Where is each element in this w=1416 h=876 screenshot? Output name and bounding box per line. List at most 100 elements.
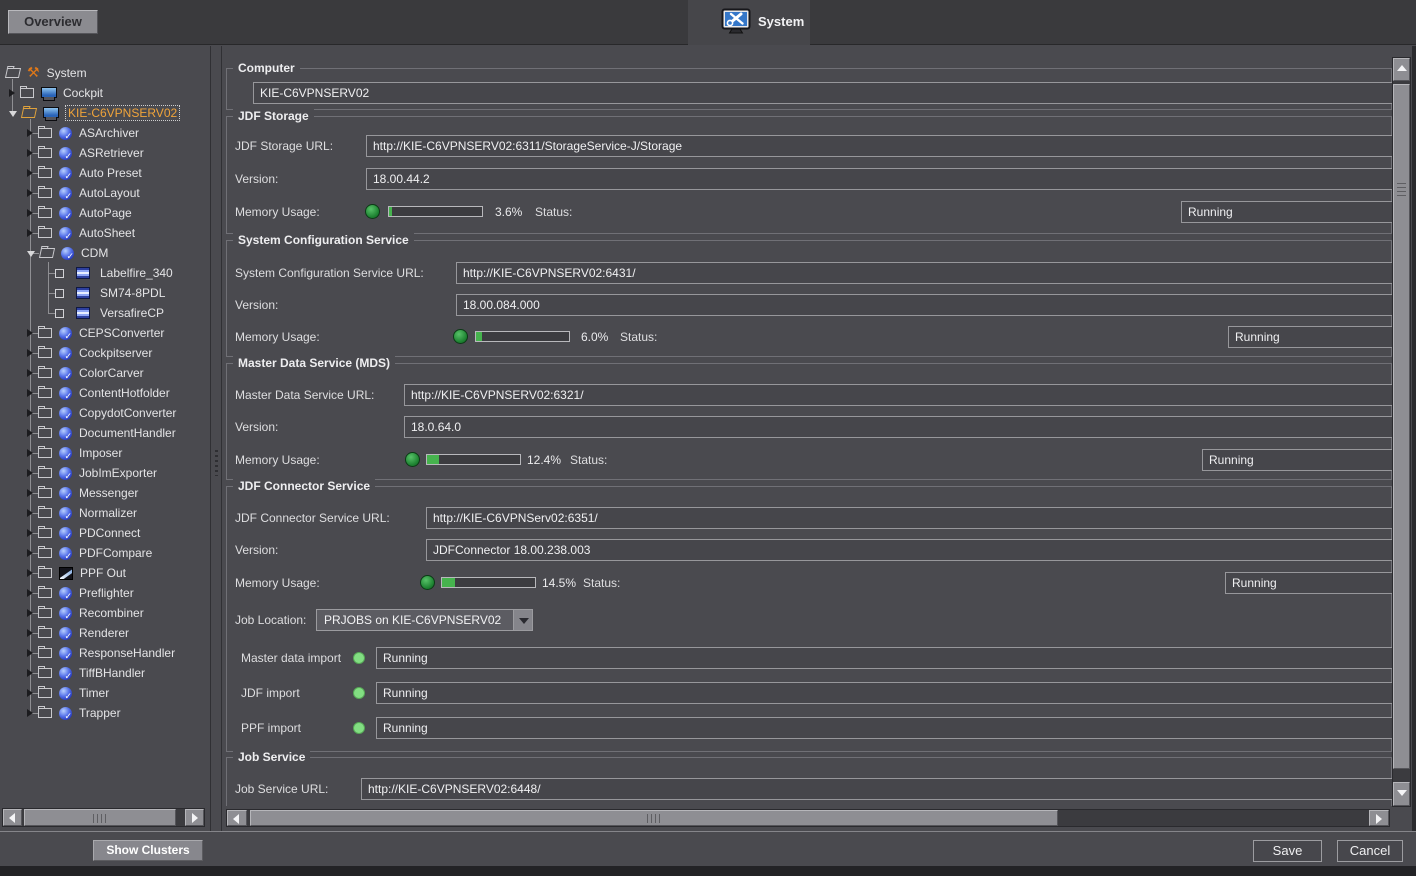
version-field[interactable]: 18.0.64.0 — [404, 416, 1392, 438]
tree-item-cockpitserver[interactable]: Cockpitserver — [0, 343, 210, 363]
tree-item-cockpit[interactable]: Cockpit — [0, 83, 210, 103]
version-field[interactable]: 18.00.44.2 — [366, 168, 1392, 190]
overview-tab-button[interactable]: Overview — [8, 10, 98, 34]
jdf-import-status-field[interactable]: Running — [376, 682, 1392, 704]
tree-item-autolayout[interactable]: AutoLayout — [0, 183, 210, 203]
collapse-arrow-icon[interactable] — [27, 649, 33, 657]
tree-item-jobimexporter[interactable]: JobImExporter — [0, 463, 210, 483]
computer-name-field[interactable]: KIE-C6VPNSERV02 — [253, 82, 1392, 104]
scroll-left-button[interactable] — [227, 810, 247, 826]
horizontal-scroll-thumb[interactable] — [24, 809, 176, 826]
jdf-storage-url-field[interactable]: http://KIE-C6VPNSERV02:6311/StorageServi… — [366, 135, 1392, 157]
tree-item-preflighter[interactable]: Preflighter — [0, 583, 210, 603]
tree-item-versafirecp[interactable]: VersafireCP — [0, 303, 210, 323]
collapse-arrow-icon[interactable] — [27, 169, 33, 177]
collapse-arrow-icon[interactable] — [27, 469, 33, 477]
scroll-right-button[interactable] — [185, 809, 204, 826]
scroll-down-button[interactable] — [1393, 782, 1410, 806]
tree-item-cepsconverter[interactable]: CEPSConverter — [0, 323, 210, 343]
collapse-arrow-icon[interactable] — [27, 429, 33, 437]
scroll-right-button[interactable] — [1369, 810, 1389, 826]
tree-item-cdm[interactable]: CDM — [0, 243, 210, 263]
collapse-arrow-icon[interactable] — [27, 549, 33, 557]
tree-item-messenger[interactable]: Messenger — [0, 483, 210, 503]
tree-item-ppf-out[interactable]: PPF Out — [0, 563, 210, 583]
collapse-arrow-icon[interactable] — [27, 489, 33, 497]
system-tab[interactable]: System — [688, 0, 810, 45]
chevron-down-icon[interactable] — [513, 610, 532, 630]
version-field[interactable]: 18.00.084.000 — [456, 294, 1392, 316]
collapse-arrow-icon[interactable] — [9, 89, 15, 97]
tree-item-kie-c6vpnserv02[interactable]: KIE-C6VPNSERV02 — [0, 103, 210, 123]
version-field[interactable]: JDFConnector 18.00.238.003 — [426, 539, 1392, 561]
status-field[interactable]: Running — [1228, 326, 1392, 348]
scroll-left-button[interactable] — [3, 809, 22, 826]
ppf-import-status-field[interactable]: Running — [376, 717, 1392, 739]
tree-item-responsehandler[interactable]: ResponseHandler — [0, 643, 210, 663]
collapse-arrow-icon[interactable] — [27, 709, 33, 717]
collapse-arrow-icon[interactable] — [27, 229, 33, 237]
expand-arrow-icon[interactable] — [9, 111, 17, 117]
main-horizontal-scrollbar[interactable] — [226, 809, 1390, 827]
collapse-arrow-icon[interactable] — [27, 409, 33, 417]
tree-item-autopage[interactable]: AutoPage — [0, 203, 210, 223]
collapse-arrow-icon[interactable] — [27, 189, 33, 197]
main-vertical-scrollbar[interactable] — [1392, 57, 1411, 807]
tree-item-sm74-8pdl[interactable]: SM74-8PDL — [0, 283, 210, 303]
collapse-arrow-icon[interactable] — [27, 129, 33, 137]
tree-item-pdfcompare[interactable]: PDFCompare — [0, 543, 210, 563]
status-field[interactable]: Running — [1202, 449, 1392, 471]
collapse-arrow-icon[interactable] — [27, 669, 33, 677]
collapse-arrow-icon[interactable] — [27, 349, 33, 357]
collapse-arrow-icon[interactable] — [27, 149, 33, 157]
horizontal-scroll-thumb[interactable] — [250, 810, 1058, 826]
collapse-arrow-icon[interactable] — [27, 369, 33, 377]
tree-item-autosheet[interactable]: AutoSheet — [0, 223, 210, 243]
tree-item-system[interactable]: ⚒System — [0, 63, 210, 83]
tree-item-documenthandler[interactable]: DocumentHandler — [0, 423, 210, 443]
show-clusters-button[interactable]: Show Clusters — [93, 840, 203, 861]
checkbox[interactable] — [55, 269, 64, 278]
tree-item-recombiner[interactable]: Recombiner — [0, 603, 210, 623]
scroll-up-button[interactable] — [1393, 58, 1410, 81]
collapse-arrow-icon[interactable] — [27, 449, 33, 457]
mds-url-field[interactable]: http://KIE-C6VPNSERV02:6321/ — [404, 384, 1392, 406]
collapse-arrow-icon[interactable] — [27, 509, 33, 517]
collapse-arrow-icon[interactable] — [27, 389, 33, 397]
checkbox[interactable] — [55, 309, 64, 318]
tree-item-asretriever[interactable]: ASRetriever — [0, 143, 210, 163]
collapse-arrow-icon[interactable] — [27, 629, 33, 637]
collapse-arrow-icon[interactable] — [27, 589, 33, 597]
tree-item-copydotconverter[interactable]: CopydotConverter — [0, 403, 210, 423]
status-field[interactable]: Running — [1181, 201, 1392, 223]
tree-item-pdconnect[interactable]: PDConnect — [0, 523, 210, 543]
tree-item-asarchiver[interactable]: ASArchiver — [0, 123, 210, 143]
tree-item-timer[interactable]: Timer — [0, 683, 210, 703]
collapse-arrow-icon[interactable] — [27, 529, 33, 537]
status-field[interactable]: Running — [1225, 572, 1392, 594]
save-button[interactable]: Save — [1253, 840, 1322, 862]
jdf-connector-url-field[interactable]: http://KIE-C6VPNServ02:6351/ — [426, 507, 1392, 529]
tree-item-colorcarver[interactable]: ColorCarver — [0, 363, 210, 383]
tree-item-contenthotfolder[interactable]: ContentHotfolder — [0, 383, 210, 403]
collapse-arrow-icon[interactable] — [27, 689, 33, 697]
cancel-button[interactable]: Cancel — [1337, 840, 1403, 862]
collapse-arrow-icon[interactable] — [27, 329, 33, 337]
tree-item-trapper[interactable]: Trapper — [0, 703, 210, 723]
expand-arrow-icon[interactable] — [27, 251, 35, 257]
tree-horizontal-scrollbar[interactable] — [2, 808, 205, 827]
tree-item-tiffbhandler[interactable]: TiffBHandler — [0, 663, 210, 683]
tree-item-labelfire-340[interactable]: Labelfire_340 — [0, 263, 210, 283]
tree-item-auto-preset[interactable]: Auto Preset — [0, 163, 210, 183]
job-service-url-field[interactable]: http://KIE-C6VPNSERV02:6448/ — [361, 778, 1392, 800]
sys-config-url-field[interactable]: http://KIE-C6VPNSERV02:6431/ — [456, 262, 1392, 284]
master-data-import-status-field[interactable]: Running — [376, 647, 1392, 669]
checkbox[interactable] — [55, 289, 64, 298]
tree-item-renderer[interactable]: Renderer — [0, 623, 210, 643]
tree-item-normalizer[interactable]: Normalizer — [0, 503, 210, 523]
vertical-scroll-thumb[interactable] — [1393, 84, 1410, 769]
job-location-dropdown[interactable]: PRJOBS on KIE-C6VPNSERV02 — [316, 609, 533, 631]
collapse-arrow-icon[interactable] — [27, 609, 33, 617]
panel-splitter[interactable] — [210, 46, 222, 831]
collapse-arrow-icon[interactable] — [27, 569, 33, 577]
